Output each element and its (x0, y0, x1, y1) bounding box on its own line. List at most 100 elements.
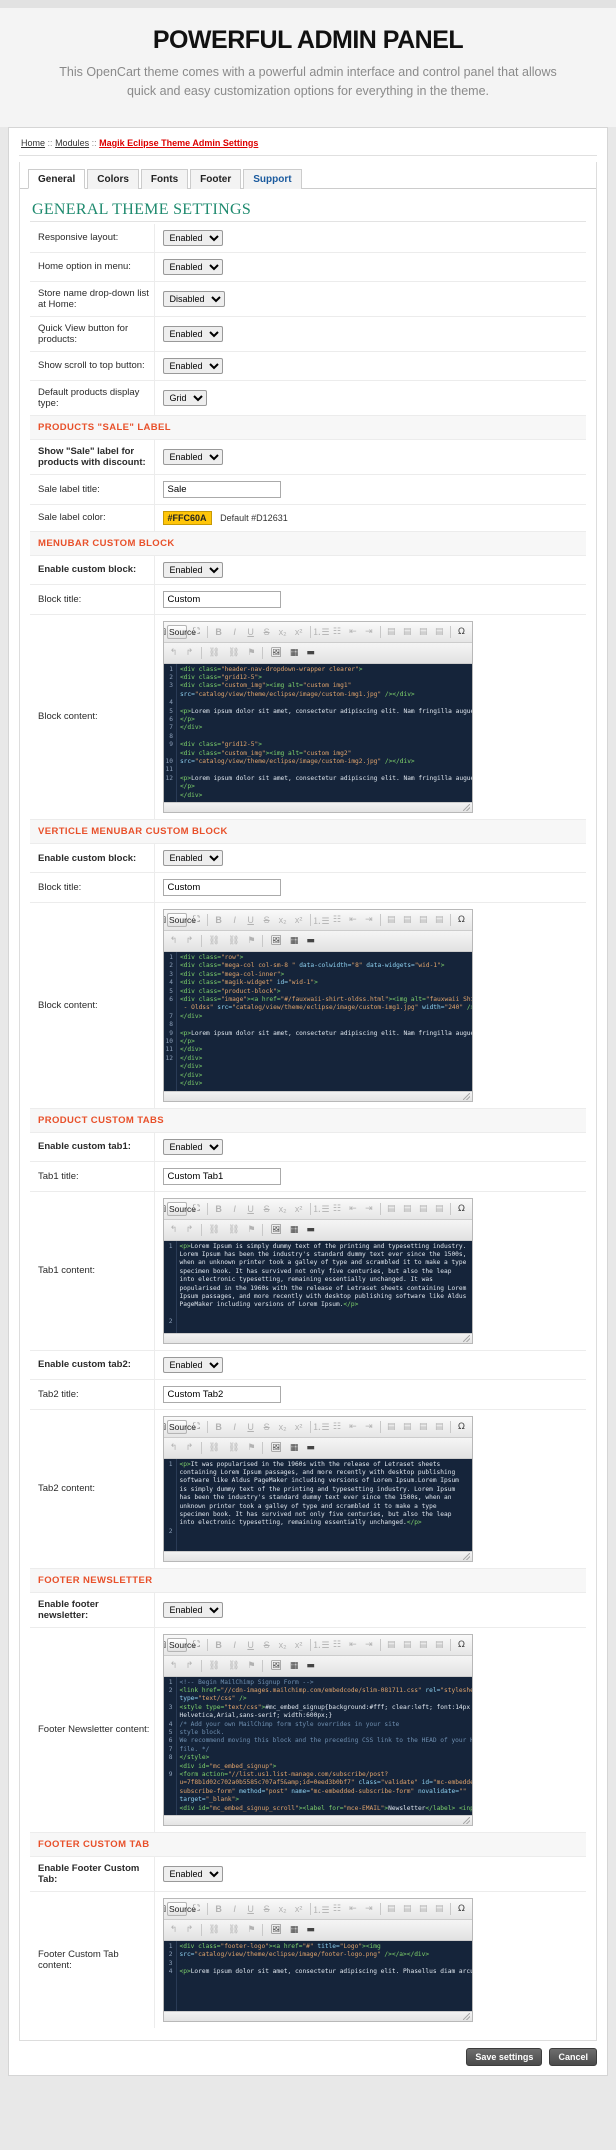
code-area-menubar[interactable]: 1 2 3 4 5 6 7 8 9 10 11 12 <div class="header-nav-d… (163, 663, 472, 802)
select-menubar-enable[interactable]: Enabled (162, 561, 223, 578)
table-icon[interactable]: ▦ (287, 1441, 302, 1455)
align-left-icon[interactable]: ▤ (384, 1202, 398, 1216)
input-tab1-title[interactable] (162, 1167, 281, 1185)
align-left-icon[interactable]: ▤ (384, 1420, 398, 1434)
align-right-icon[interactable]: ▤ (416, 1202, 430, 1216)
superscript-icon[interactable]: x² (292, 625, 306, 639)
strikethrough-icon[interactable]: S (260, 1202, 274, 1216)
editor-resize-handle[interactable] (163, 802, 472, 812)
unlink-icon[interactable]: ⛓ (225, 646, 242, 660)
italic-icon[interactable]: I (228, 1202, 242, 1216)
bulleted-list-icon[interactable]: ☷ (330, 913, 344, 927)
unlink-icon[interactable]: ⛓ (225, 1441, 242, 1455)
undo-icon[interactable]: ↰ (167, 646, 181, 660)
strikethrough-icon[interactable]: S (260, 1638, 274, 1652)
bulleted-list-icon[interactable]: ☷ (330, 1202, 344, 1216)
horizontal-rule-icon[interactable]: ▬ (303, 646, 318, 660)
superscript-icon[interactable]: x² (292, 1420, 306, 1434)
superscript-icon[interactable]: x² (292, 1202, 306, 1216)
source-icon[interactable]: ▣Source (164, 1637, 196, 1652)
outdent-icon[interactable]: ⇤ (346, 625, 360, 639)
editor-vmenubar-content[interactable]: ▣Source ⛶ B I U S x₂ x² (162, 909, 473, 1102)
anchor-icon[interactable]: ⚑ (244, 1441, 258, 1455)
undo-icon[interactable]: ↰ (167, 1923, 181, 1937)
unlink-icon[interactable]: ⛓ (225, 1659, 242, 1673)
special-char-icon[interactable]: Ω (454, 1638, 468, 1652)
image-icon[interactable]: 🖼 (267, 1923, 284, 1937)
unlink-icon[interactable]: ⛓ (225, 934, 242, 948)
image-icon[interactable]: 🖼 (267, 646, 284, 660)
image-icon[interactable]: 🖼 (267, 934, 284, 948)
numbered-list-icon[interactable]: ⒈☰ (312, 913, 329, 927)
input-sale-title[interactable] (162, 480, 281, 498)
bold-icon[interactable]: B (212, 625, 226, 639)
anchor-icon[interactable]: ⚑ (244, 934, 258, 948)
align-right-icon[interactable]: ▤ (416, 1638, 430, 1652)
outdent-icon[interactable]: ⇤ (346, 913, 360, 927)
link-icon[interactable]: ⛓ (206, 934, 223, 948)
indent-icon[interactable]: ⇥ (362, 913, 376, 927)
select-responsive-layout[interactable]: Enabled (162, 229, 223, 246)
bulleted-list-icon[interactable]: ☷ (330, 1902, 344, 1916)
source-icon[interactable]: ▣Source (164, 1201, 196, 1216)
justify-icon[interactable]: ▤ (432, 1638, 446, 1652)
cancel-button[interactable]: Cancel (549, 2048, 597, 2066)
subscript-icon[interactable]: x₂ (276, 1638, 290, 1652)
tab-general[interactable]: General (28, 168, 86, 189)
editor-tab2-content[interactable]: ▣Source ⛶ B I U S x₂ x² (162, 1415, 473, 1562)
redo-icon[interactable]: ↱ (183, 1223, 197, 1237)
special-char-icon[interactable]: Ω (454, 913, 468, 927)
indent-icon[interactable]: ⇥ (362, 625, 376, 639)
italic-icon[interactable]: I (228, 913, 242, 927)
link-icon[interactable]: ⛓ (206, 1223, 223, 1237)
select-display-type[interactable]: Grid (162, 389, 207, 406)
redo-icon[interactable]: ↱ (183, 1659, 197, 1673)
tab-colors[interactable]: Colors (87, 168, 139, 189)
redo-icon[interactable]: ↱ (183, 934, 197, 948)
underline-icon[interactable]: U (244, 913, 258, 927)
source-icon[interactable]: ▣Source (164, 913, 196, 927)
align-center-icon[interactable]: ▤ (400, 1902, 414, 1916)
table-icon[interactable]: ▦ (287, 646, 302, 660)
outdent-icon[interactable]: ⇤ (346, 1202, 360, 1216)
link-icon[interactable]: ⛓ (206, 646, 223, 660)
special-char-icon[interactable]: Ω (454, 1202, 468, 1216)
editor-resize-handle[interactable] (163, 1550, 472, 1561)
redo-icon[interactable]: ↱ (183, 1441, 197, 1455)
align-left-icon[interactable]: ▤ (384, 625, 398, 639)
superscript-icon[interactable]: x² (292, 1638, 306, 1652)
image-icon[interactable]: 🖼 (267, 1659, 284, 1673)
italic-icon[interactable]: I (228, 625, 242, 639)
underline-icon[interactable]: U (244, 1638, 258, 1652)
maximize-icon[interactable]: ⛶ (189, 625, 203, 639)
special-char-icon[interactable]: Ω (454, 625, 468, 639)
horizontal-rule-icon[interactable]: ▬ (303, 1659, 318, 1673)
code-area-footer-tab[interactable]: 1234 <div class="footer-logo"><a href="#… (163, 1941, 472, 2011)
horizontal-rule-icon[interactable]: ▬ (303, 1223, 318, 1237)
align-center-icon[interactable]: ▤ (400, 913, 414, 927)
source-icon[interactable]: ▣Source (164, 624, 196, 639)
breadcrumb-modules[interactable]: Modules (55, 138, 89, 148)
horizontal-rule-icon[interactable]: ▬ (303, 1441, 318, 1455)
input-sale-color[interactable]: #FFC60A (162, 510, 212, 525)
subscript-icon[interactable]: x₂ (276, 913, 290, 927)
align-center-icon[interactable]: ▤ (400, 1202, 414, 1216)
align-left-icon[interactable]: ▤ (384, 1638, 398, 1652)
subscript-icon[interactable]: x₂ (276, 1420, 290, 1434)
bulleted-list-icon[interactable]: ☷ (330, 1420, 344, 1434)
bold-icon[interactable]: B (212, 1902, 226, 1916)
outdent-icon[interactable]: ⇤ (346, 1420, 360, 1434)
bulleted-list-icon[interactable]: ☷ (330, 1638, 344, 1652)
italic-icon[interactable]: I (228, 1902, 242, 1916)
horizontal-rule-icon[interactable]: ▬ (303, 934, 318, 948)
select-home-option[interactable]: Enabled (162, 258, 223, 275)
source-icon[interactable]: ▣Source (164, 1902, 196, 1916)
input-menubar-title[interactable] (162, 590, 281, 608)
outdent-icon[interactable]: ⇤ (346, 1902, 360, 1916)
table-icon[interactable]: ▦ (287, 1659, 302, 1673)
indent-icon[interactable]: ⇥ (362, 1202, 376, 1216)
indent-icon[interactable]: ⇥ (362, 1420, 376, 1434)
justify-icon[interactable]: ▤ (432, 1420, 446, 1434)
underline-icon[interactable]: U (244, 1202, 258, 1216)
indent-icon[interactable]: ⇥ (362, 1902, 376, 1916)
